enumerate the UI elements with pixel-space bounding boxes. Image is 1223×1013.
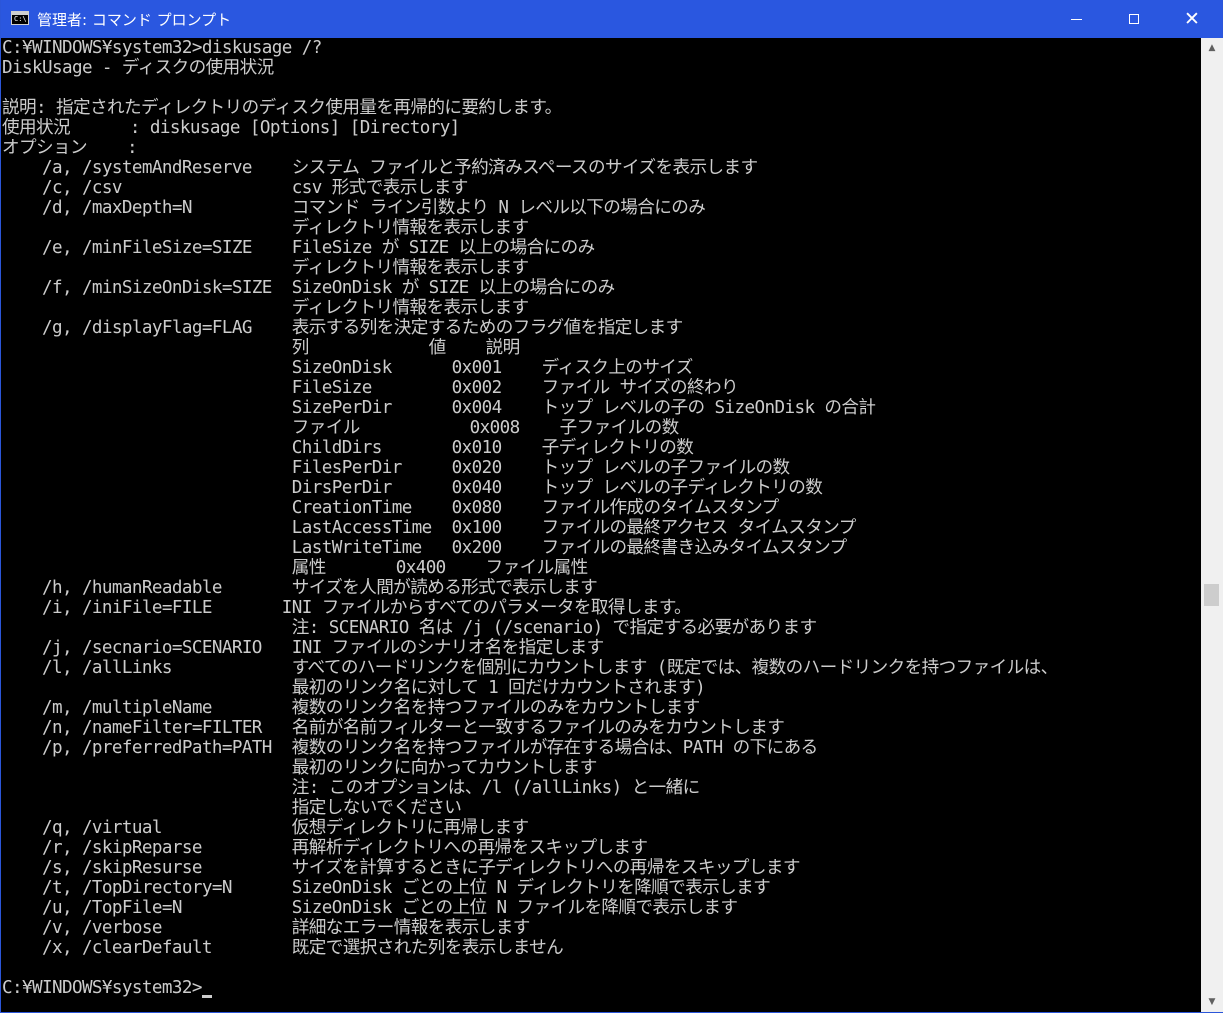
console-line: C:¥WINDOWS¥system32> bbox=[2, 978, 202, 998]
console-output[interactable]: C:¥WINDOWS¥system32>diskusage /? DiskUsag… bbox=[1, 38, 1201, 1012]
console-line: /c, /csv csv 形式で表示します bbox=[2, 178, 468, 198]
console-line: /r, /skipReparse 再解析ディレクトリへの再帰をスキップします bbox=[2, 838, 648, 858]
console-line: ディレクトリ情報を表示します bbox=[2, 298, 529, 318]
console-line: SizePerDir 0x004 トップ レベルの子の SizeOnDisk の… bbox=[2, 398, 876, 418]
console-line: 注: このオプションは、/l (/allLinks) と一緒に bbox=[2, 778, 700, 798]
console-line: 指定しないでください bbox=[2, 798, 462, 818]
command-prompt-window: C:\ 管理者: コマンド プロンプト ✕ C:¥WINDOWS¥system3… bbox=[0, 0, 1223, 1013]
console-line: /l, /allLinks すべてのハードリンクを個別にカウントします (既定で… bbox=[2, 658, 1058, 678]
console-line: /h, /humanReadable サイズを人間が読める形式で表示します bbox=[2, 578, 598, 598]
console-line: /v, /verbose 詳細なエラー情報を表示します bbox=[2, 918, 530, 938]
console-line: LastWriteTime 0x200 ファイルの最終書き込みタイムスタンプ bbox=[2, 538, 847, 558]
console-line: ChildDirs 0x010 子ディレクトリの数 bbox=[2, 438, 694, 458]
console-line: 注: SCENARIO 名は /j (/scenario) で指定する必要があり… bbox=[2, 618, 817, 638]
console-line: FilesPerDir 0x020 トップ レベルの子ファイルの数 bbox=[2, 458, 790, 478]
console-line: /s, /skipResurse サイズを計算するときに子ディレクトリへの再帰を… bbox=[2, 858, 800, 878]
console-line: /q, /virtual 仮想ディレクトリに再帰します bbox=[2, 818, 529, 838]
console-line: /x, /clearDefault 既定で選択された列を表示しません bbox=[2, 938, 564, 958]
console-line: ディレクトリ情報を表示します bbox=[2, 218, 529, 238]
console-line: オプション : bbox=[2, 138, 138, 158]
console-line: CreationTime 0x080 ファイル作成のタイムスタンプ bbox=[2, 498, 779, 518]
text-cursor bbox=[202, 995, 212, 998]
console-line: /m, /multipleName 複数のリンク名を持つファイルのみをカウントし… bbox=[2, 698, 700, 718]
console-line: /f, /minSizeOnDisk=SIZE SizeOnDisk が SIZ… bbox=[2, 278, 615, 298]
maximize-button[interactable] bbox=[1105, 0, 1163, 38]
console-line: 使用状況 : diskusage [Options] [Directory] bbox=[2, 118, 460, 138]
minimize-icon bbox=[1070, 18, 1082, 20]
vertical-scrollbar[interactable]: ▲ ▼ bbox=[1201, 38, 1223, 1012]
console-line: 最初のリンク名に対して 1 回だけカウントされます) bbox=[2, 678, 706, 698]
console-line: /g, /displayFlag=FLAG 表示する列を決定するためのフラグ値を… bbox=[2, 318, 683, 338]
console-line: /e, /minFileSize=SIZE FileSize が SIZE 以上… bbox=[2, 238, 595, 258]
console-line: /j, /secnario=SCENARIO INI ファイルのシナリオ名を指定… bbox=[2, 638, 604, 658]
console-line: /a, /systemAndReserve システム ファイルと予約済みスペース… bbox=[2, 158, 758, 178]
close-icon: ✕ bbox=[1184, 7, 1200, 30]
scroll-up-arrow-icon[interactable]: ▲ bbox=[1201, 38, 1223, 58]
console-line: /i, /iniFile=FILE INI ファイルからすべてのパラメータを取得… bbox=[2, 598, 692, 618]
console-line: DiskUsage - ディスクの使用状況 bbox=[2, 58, 274, 78]
window-title: 管理者: コマンド プロンプト bbox=[37, 11, 232, 29]
console-line: 属性 0x400 ファイル属性 bbox=[2, 558, 588, 578]
scroll-down-arrow-icon[interactable]: ▼ bbox=[1201, 992, 1223, 1012]
console-line: 列 値 説明 bbox=[2, 338, 520, 358]
console-line: 最初のリンクに向かってカウントします bbox=[2, 758, 598, 778]
console-line: C:¥WINDOWS¥system32>diskusage /? bbox=[2, 38, 322, 58]
scrollbar-thumb[interactable] bbox=[1204, 584, 1219, 606]
console-line: ディレクトリ情報を表示します bbox=[2, 258, 529, 278]
console-line: ファイル 0x008 子ファイルの数 bbox=[2, 418, 679, 438]
maximize-icon bbox=[1129, 14, 1139, 24]
close-button[interactable]: ✕ bbox=[1163, 0, 1221, 38]
console-line: DirsPerDir 0x040 トップ レベルの子ディレクトリの数 bbox=[2, 478, 823, 498]
console-line: LastAccessTime 0x100 ファイルの最終アクセス タイムスタンプ bbox=[2, 518, 857, 538]
console-line: /p, /preferredPath=PATH 複数のリンク名を持つファイルが存… bbox=[2, 738, 818, 758]
console-line: 説明: 指定されたディレクトリのディスク使用量を再帰的に要約します。 bbox=[2, 98, 562, 118]
console-line: /d, /maxDepth=N コマンド ライン引数より N レベル以下の場合に… bbox=[2, 198, 706, 218]
title-bar[interactable]: C:\ 管理者: コマンド プロンプト ✕ bbox=[1, 0, 1222, 38]
console-line: /n, /nameFilter=FILTER 名前が名前フィルターと一致するファ… bbox=[2, 718, 785, 738]
console-line: /t, /TopDirectory=N SizeOnDisk ごとの上位 N デ… bbox=[2, 878, 771, 898]
console-line: FileSize 0x002 ファイル サイズの終わり bbox=[2, 378, 739, 398]
minimize-button[interactable] bbox=[1047, 0, 1105, 38]
console-line: SizeOnDisk 0x001 ディスク上のサイズ bbox=[2, 358, 694, 378]
console-line: /u, /TopFile=N SizeOnDisk ごとの上位 N ファイルを降… bbox=[2, 898, 738, 918]
cmd-app-icon[interactable]: C:\ bbox=[11, 11, 29, 25]
